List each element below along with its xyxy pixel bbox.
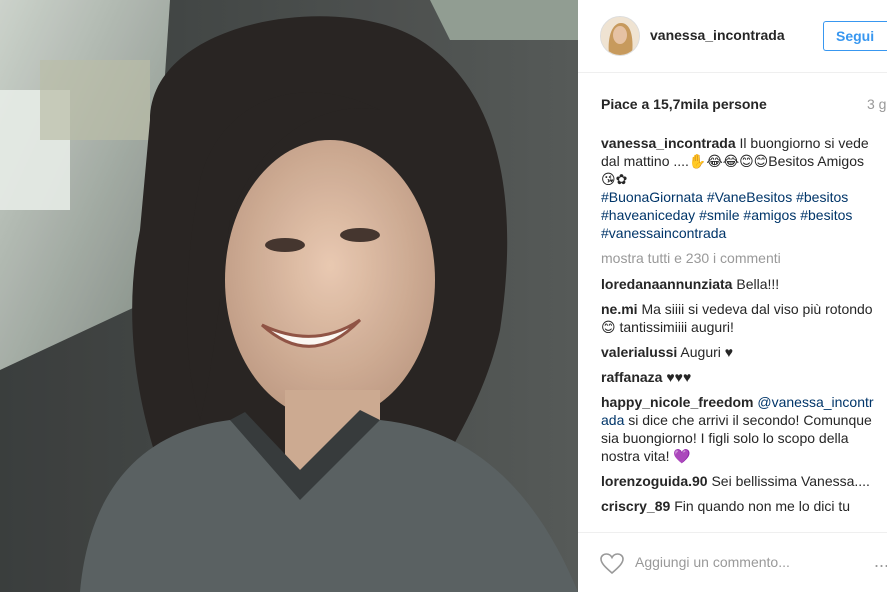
comment-username[interactable]: lorenzoguida.90 [601, 473, 708, 489]
caption: vanessa_incontrada Il buongiorno si vede… [601, 134, 877, 242]
comment-text: Auguri ♥ [680, 344, 734, 360]
comment-username[interactable]: loredanaannunziata [601, 276, 732, 292]
post-timestamp[interactable]: 3 g [867, 96, 886, 112]
comment-username[interactable]: valerialussi [601, 344, 677, 360]
author-username[interactable]: vanessa_incontrada [650, 27, 785, 43]
caption-username[interactable]: vanessa_incontrada [601, 135, 736, 151]
comment-text: Fin quando non me lo dici tu [674, 498, 851, 514]
scrollbar[interactable] [882, 74, 887, 529]
follow-button[interactable]: Segui [823, 21, 887, 51]
caption-hashtags[interactable]: #BuonaGiornata #VaneBesitos #besitos #ha… [601, 189, 852, 241]
author-avatar[interactable] [600, 16, 640, 56]
comment-item: lorenzoguida.90 Sei bellissima Vanessa..… [601, 472, 877, 490]
instagram-post-view: vanessa_incontrada Segui Piace a 15,7mil… [0, 0, 887, 592]
comment-item: happy_nicole_freedom @vanessa_incontrada… [601, 393, 877, 465]
comment-text: Ma siiii si vedeva dal viso più rotondo😊… [601, 301, 873, 335]
comment-username[interactable]: ne.mi [601, 301, 638, 317]
post-header: vanessa_incontrada Segui [578, 0, 887, 73]
post-sidebar: vanessa_incontrada Segui Piace a 15,7mil… [578, 0, 887, 592]
comments-list: vanessa_incontrada Il buongiorno si vede… [601, 134, 877, 522]
comment-item: valerialussi Auguri ♥ [601, 343, 877, 361]
comment-item: ne.mi Ma siiii si vedeva dal viso più ro… [601, 300, 877, 336]
comment-username[interactable]: criscry_89 [601, 498, 670, 514]
photo-illustration [0, 0, 578, 592]
post-photo[interactable] [0, 0, 578, 592]
comment-text: Sei bellissima Vanessa.... [711, 473, 870, 489]
comment-item: loredanaannunziata Bella!!! [601, 275, 877, 293]
likes-count[interactable]: Piace a 15,7mila persone [601, 96, 767, 112]
comment-text: Bella!!! [736, 276, 780, 292]
comment-item: raffanaza ♥♥♥ [601, 368, 877, 386]
more-options-icon[interactable]: ... [874, 551, 887, 572]
comment-username[interactable]: raffanaza [601, 369, 662, 385]
comment-username[interactable]: happy_nicole_freedom [601, 394, 754, 410]
add-comment-input[interactable]: Aggiungi un commento... [635, 554, 790, 570]
comment-item: criscry_89 Fin quando non me lo dici tu [601, 497, 877, 515]
comment-text: ♥♥♥ [666, 369, 692, 385]
show-all-comments-link[interactable]: mostra tutti e 230 i commenti [601, 249, 877, 267]
avatar-image [601, 17, 639, 55]
post-footer: Aggiungi un commento... ... [578, 532, 887, 592]
heart-icon[interactable] [600, 553, 624, 575]
comment-text: si dice che arrivi il secondo! Comunque … [601, 412, 872, 464]
